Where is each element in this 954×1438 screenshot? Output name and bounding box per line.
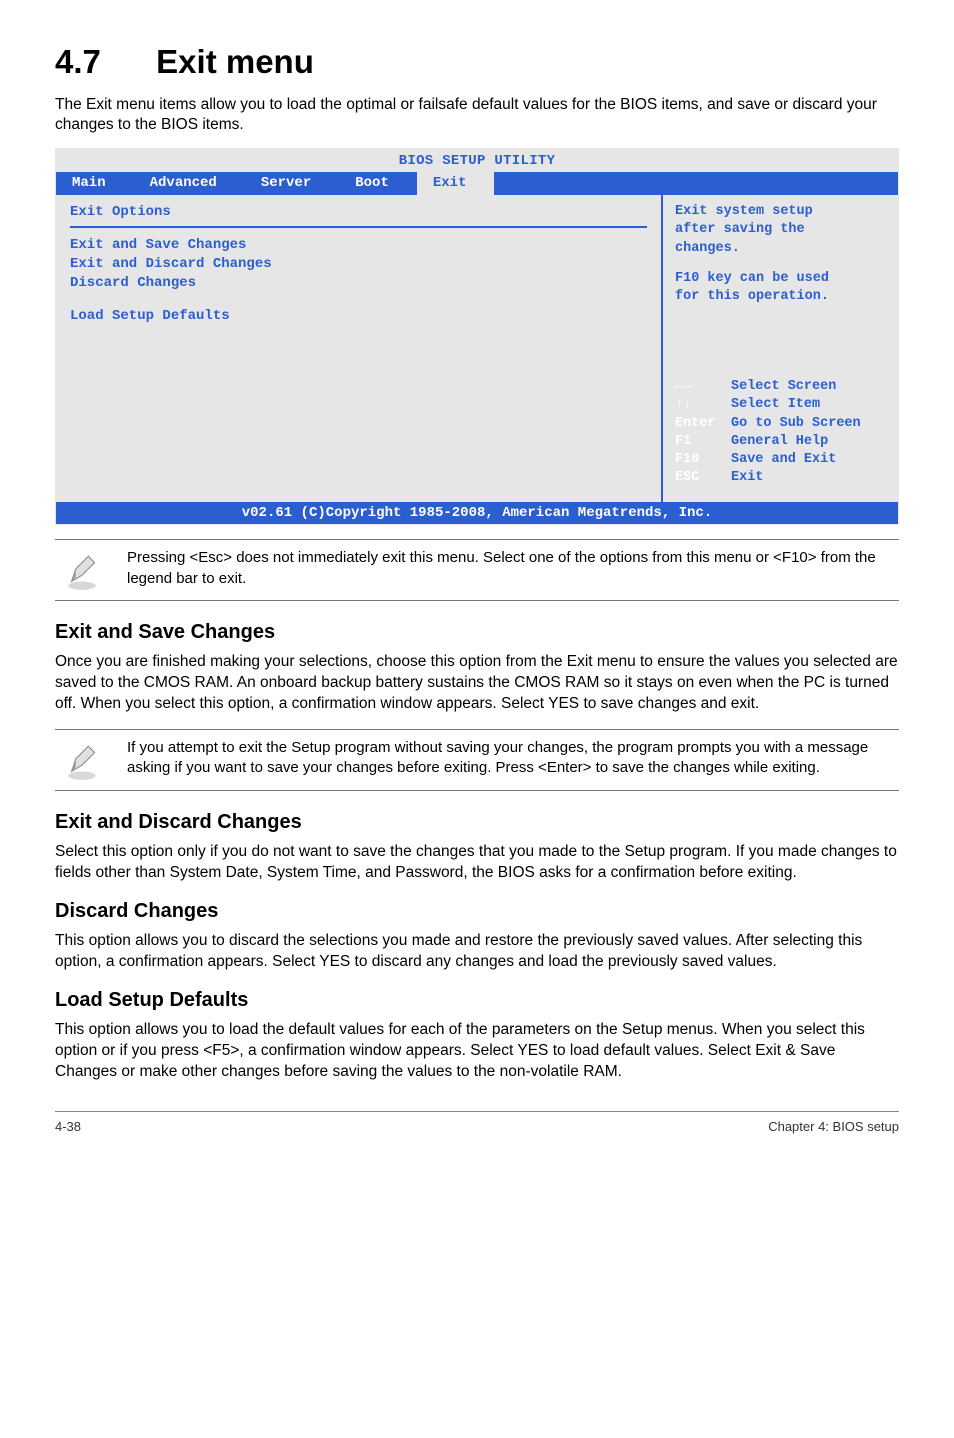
pencil-icon <box>55 738 109 782</box>
para-exit-save: Once you are finished making your select… <box>55 652 899 715</box>
chapter-number: 4.7 <box>55 40 147 85</box>
bios-item-exit-discard[interactable]: Exit and Discard Changes <box>70 255 647 274</box>
bios-spacer <box>70 293 647 307</box>
legend-val: Go to Sub Screen <box>731 415 861 433</box>
bios-help-text: Exit system setup after saving the chang… <box>663 195 898 314</box>
bios-help-line: after saving the <box>675 221 886 239</box>
para-exit-discard: Select this option only if you do not wa… <box>55 842 899 884</box>
chapter-title-text: Exit menu <box>156 43 314 80</box>
bios-help-line: Exit system setup <box>675 203 886 221</box>
note-esc: Pressing <Esc> does not immediately exit… <box>55 539 899 601</box>
bios-help-line: F10 key can be used <box>675 270 886 288</box>
bios-help-line: for this operation. <box>675 288 886 306</box>
bios-body: Exit Options Exit and Save Changes Exit … <box>56 195 898 501</box>
bios-help-gap <box>675 258 886 270</box>
bios-utility: BIOS SETUP UTILITY Main Advanced Server … <box>55 148 899 525</box>
note-unsaved: If you attempt to exit the Setup program… <box>55 729 899 791</box>
chapter-heading: 4.7 Exit menu <box>55 40 899 85</box>
chapter-footer-label: Chapter 4: BIOS setup <box>768 1118 899 1136</box>
bios-title: BIOS SETUP UTILITY <box>56 149 898 172</box>
pencil-icon <box>55 548 109 592</box>
note-text: Pressing <Esc> does not immediately exit… <box>127 548 899 589</box>
page-footer: 4-38 Chapter 4: BIOS setup <box>55 1111 899 1136</box>
bios-tab-main[interactable]: Main <box>56 172 134 195</box>
bios-tab-advanced[interactable]: Advanced <box>134 172 245 195</box>
legend-val: General Help <box>731 433 828 451</box>
bios-item-exit-save[interactable]: Exit and Save Changes <box>70 236 647 255</box>
legend-val: Save and Exit <box>731 451 836 469</box>
bios-section-title: Exit Options <box>70 203 647 222</box>
bios-legend: ←→Select Screen ↑↓Select Item EnterGo to… <box>663 370 898 501</box>
bios-tab-exit[interactable]: Exit <box>417 172 495 195</box>
legend-key: Enter <box>675 415 731 433</box>
legend-val: Exit <box>731 469 763 487</box>
legend-val: Select Screen <box>731 378 836 396</box>
legend-key: ←→ <box>675 378 731 396</box>
legend-key: F1 <box>675 433 731 451</box>
heading-exit-save: Exit and Save Changes <box>55 619 899 646</box>
para-exit-save-text: Once you are finished making your select… <box>55 653 898 712</box>
legend-val: Select Item <box>731 396 820 414</box>
bios-tab-bar: Main Advanced Server Boot Exit <box>56 172 898 195</box>
bios-help-line: changes. <box>675 240 886 258</box>
intro-paragraph: The Exit menu items allow you to load th… <box>55 95 899 137</box>
heading-load-defaults: Load Setup Defaults <box>55 987 899 1014</box>
bios-footer: v02.61 (C)Copyright 1985-2008, American … <box>56 502 898 525</box>
bios-item-discard[interactable]: Discard Changes <box>70 274 647 293</box>
bios-tab-boot[interactable]: Boot <box>339 172 417 195</box>
heading-exit-discard: Exit and Discard Changes <box>55 809 899 836</box>
bios-right-pane: Exit system setup after saving the chang… <box>663 195 898 501</box>
legend-key: ↑↓ <box>675 396 731 414</box>
para-load-defaults: This option allows you to load the defau… <box>55 1020 899 1083</box>
bios-left-pane: Exit Options Exit and Save Changes Exit … <box>56 195 663 501</box>
heading-discard: Discard Changes <box>55 898 899 925</box>
bios-item-load-defaults[interactable]: Load Setup Defaults <box>70 307 647 326</box>
note-text: If you attempt to exit the Setup program… <box>127 738 899 779</box>
para-discard: This option allows you to discard the se… <box>55 931 899 973</box>
legend-key: F10 <box>675 451 731 469</box>
bios-divider <box>70 226 647 228</box>
legend-key: ESC <box>675 469 731 487</box>
page-number: 4-38 <box>55 1118 81 1136</box>
bios-tab-server[interactable]: Server <box>245 172 339 195</box>
